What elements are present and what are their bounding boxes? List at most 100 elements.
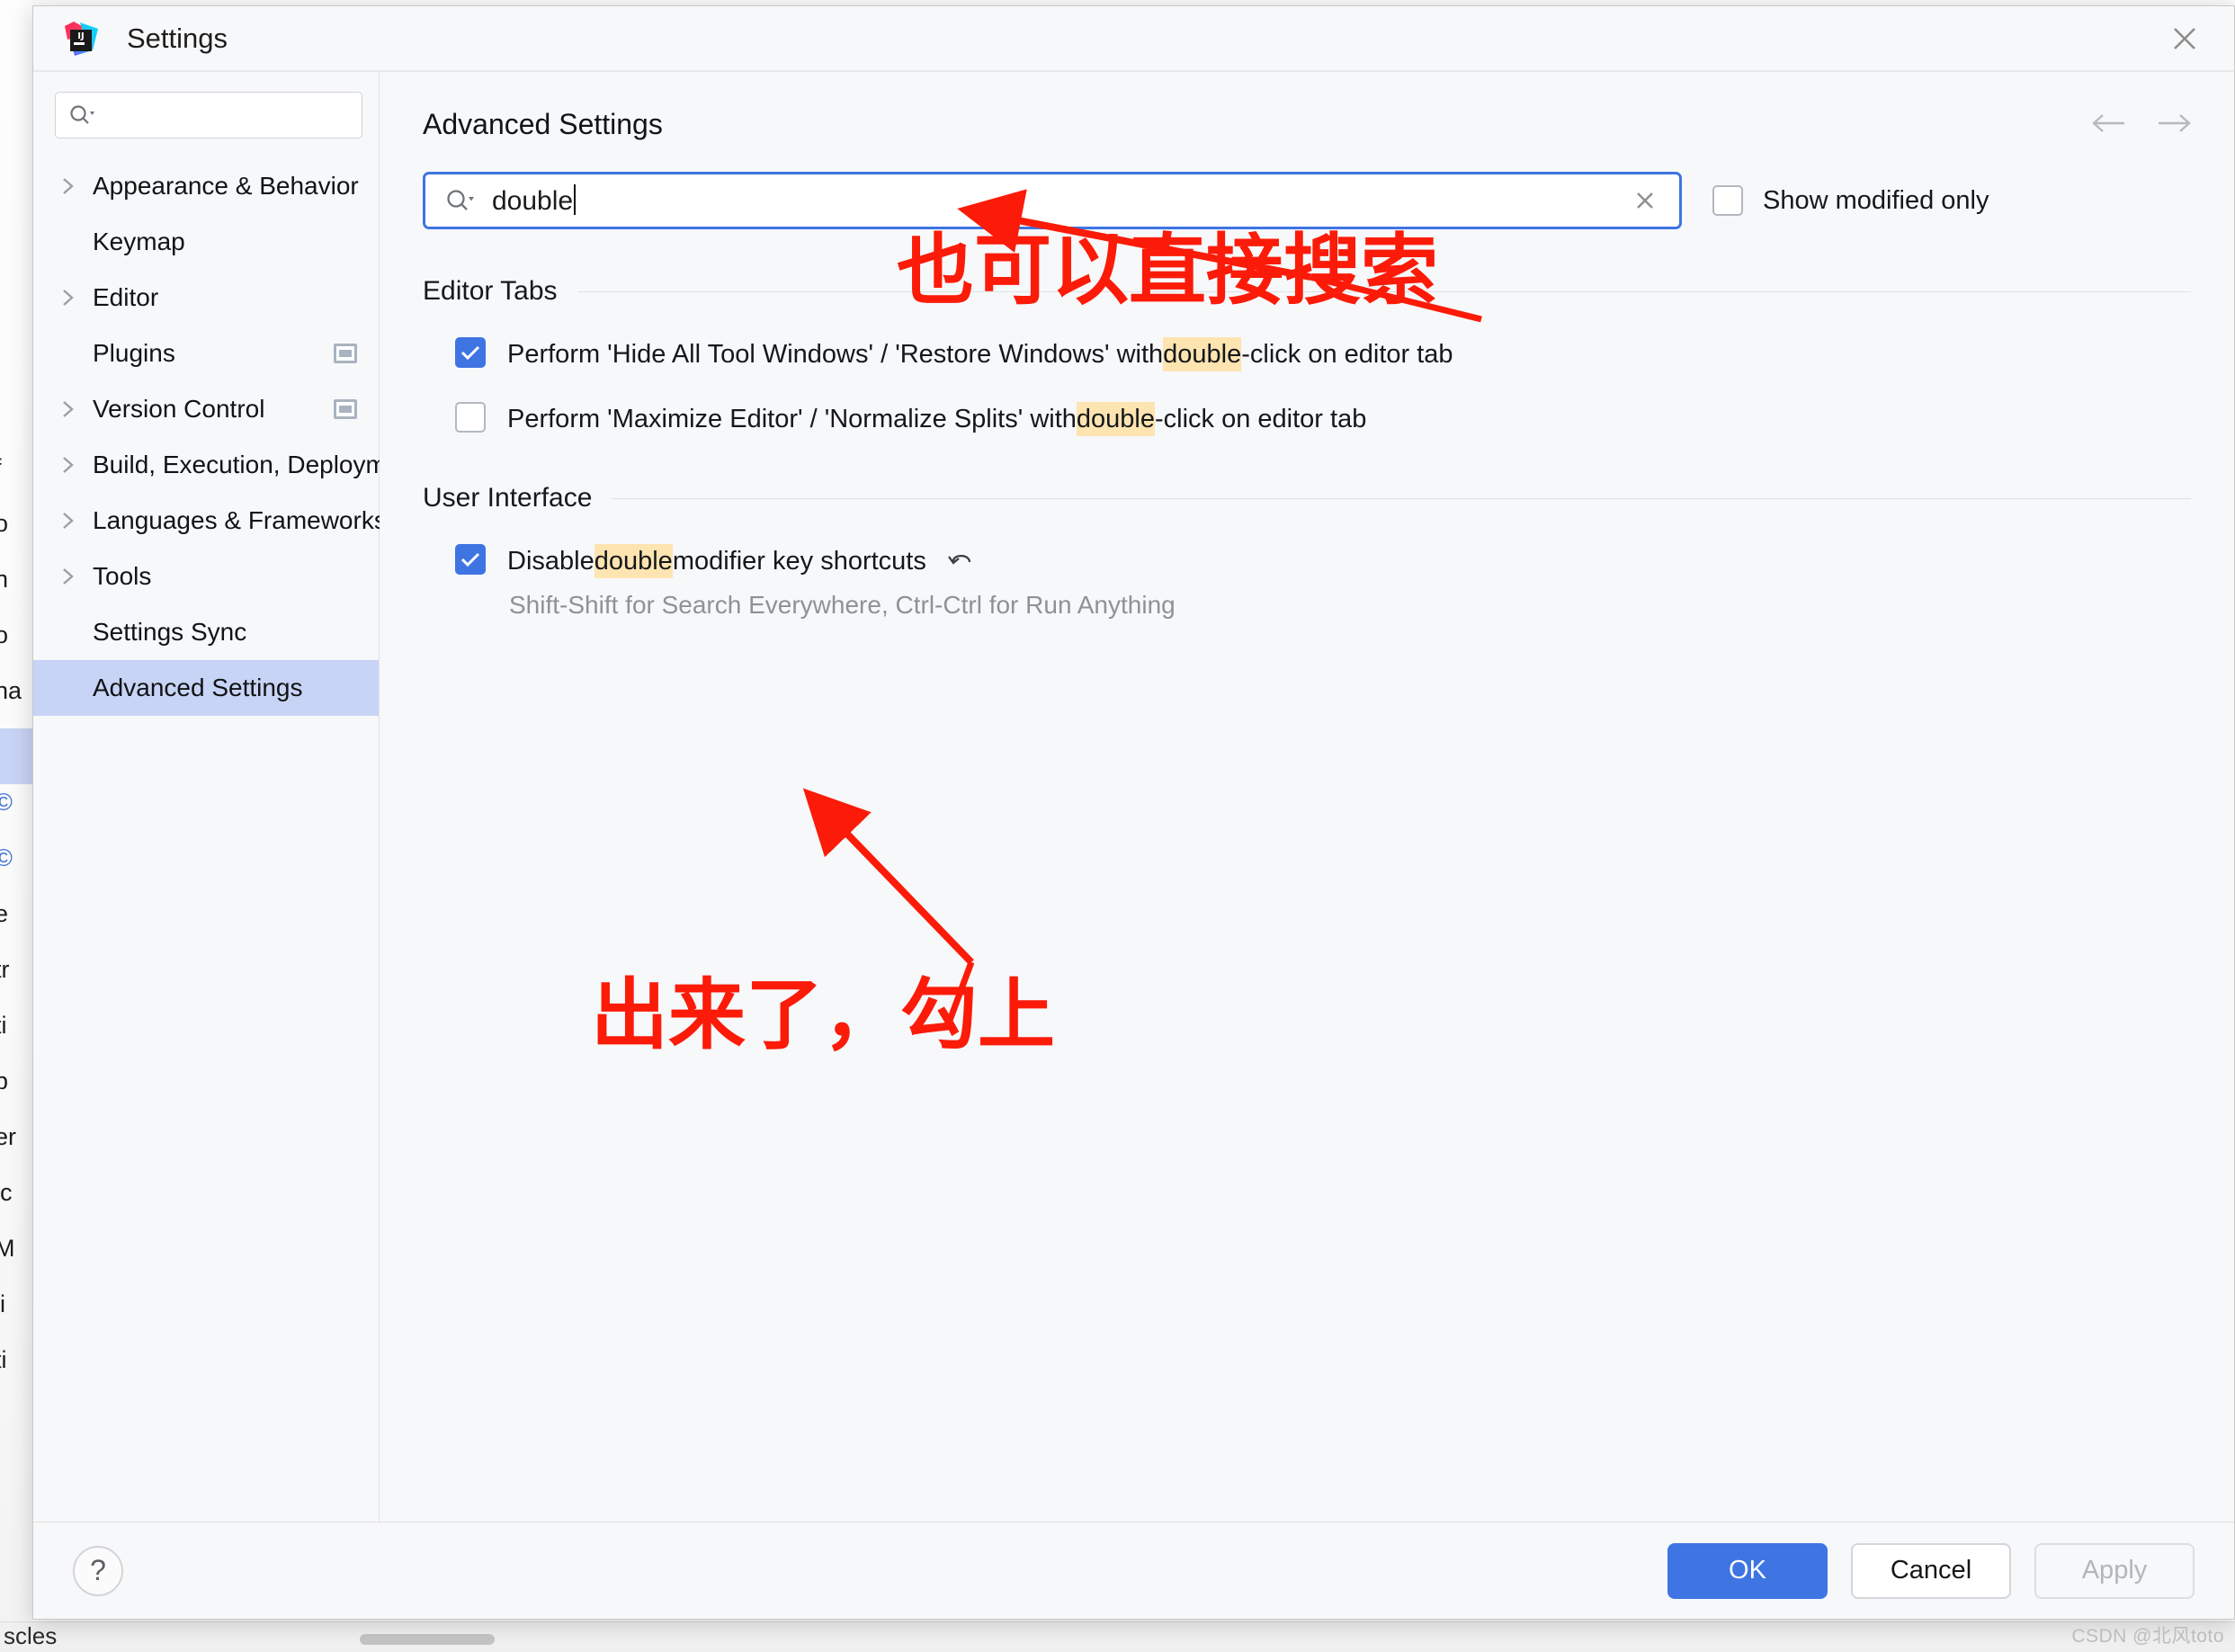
backdrop-text-fragment: e <box>0 900 9 927</box>
show-modified-only-label: Show modified only <box>1763 185 1989 215</box>
backdrop-text-fragment: ti <box>0 1346 7 1373</box>
settings-sidebar: Appearance & Behavior Keymap Editor Plugins… <box>33 72 422 1522</box>
setting-label-post: -click on editor tab <box>1241 340 1453 369</box>
dialog-footer: ? OK Cancel Apply <box>33 1522 2234 1619</box>
backdrop-text-fragment: © <box>0 789 13 816</box>
chevron-right-icon[interactable] <box>60 286 93 309</box>
section-title: Editor Tabs <box>423 276 558 306</box>
section-divider <box>612 497 2191 499</box>
cancel-button[interactable]: Cancel <box>1851 1542 2011 1599</box>
setting-option: Perform 'Hide All Tool Windows' / 'Resto… <box>423 337 2191 371</box>
sidebar-item-advanced-settings[interactable]: Advanced Settings <box>33 660 379 716</box>
settings-dialog: IJ Settings Appearance & Behavior Keymap… <box>32 5 2235 1620</box>
apply-button: Apply <box>2034 1542 2195 1599</box>
red-annotation-text: 出来了，勾上 <box>591 970 1055 1060</box>
setting-label: Perform 'Maximize Editor' / 'Normalize S… <box>507 402 1366 436</box>
sidebar-item-keymap[interactable]: Keymap <box>33 214 379 270</box>
arrow-right-icon[interactable] <box>2153 110 2195 137</box>
sidebar-item-label: Build, Execution, Deployment <box>93 451 422 478</box>
advanced-search-row: double Show modified only <box>380 172 2234 229</box>
backdrop-text-fragment: o <box>0 621 9 648</box>
settings-tree: Appearance & Behavior Keymap Editor Plugins… <box>33 158 422 716</box>
setting-label-pre: Perform 'Hide All Tool Windows' / 'Resto… <box>507 340 1164 369</box>
dialog-titlebar: IJ Settings <box>33 6 2234 71</box>
arrow-tail-checkbox <box>944 960 975 1027</box>
sidebar-item-tools[interactable]: Tools <box>33 549 379 604</box>
chevron-right-icon[interactable] <box>60 397 93 421</box>
setting-option: Perform 'Maximize Editor' / 'Normalize S… <box>423 402 2191 436</box>
backdrop-scrollbar-thumb[interactable] <box>360 1634 495 1645</box>
backdrop-text-fragment: o <box>0 510 9 537</box>
text-caret <box>574 184 577 215</box>
search-input-value: double <box>492 184 577 217</box>
arrow-left-icon[interactable] <box>2088 110 2130 137</box>
setting-label: Perform 'Hide All Tool Windows' / 'Resto… <box>507 337 1453 371</box>
section-header: Editor Tabs <box>423 276 2191 307</box>
intellij-idea-icon: IJ <box>62 20 100 58</box>
search-icon <box>68 103 95 127</box>
checkbox-box[interactable] <box>455 402 486 433</box>
footer-buttons: OK Cancel Apply <box>1667 1542 2195 1599</box>
show-modified-only-checkbox[interactable]: Show modified only <box>1712 185 1989 216</box>
checkbox-box <box>1712 185 1743 216</box>
dialog-body: Appearance & Behavior Keymap Editor Plugins… <box>33 71 2234 1522</box>
arrow-to-checkbox <box>802 788 974 965</box>
chevron-right-icon[interactable] <box>60 453 93 477</box>
sidebar-item-plugins[interactable]: Plugins <box>33 326 379 381</box>
setting-label-post: modifier key shortcuts <box>672 547 926 576</box>
checkbox-box[interactable] <box>455 337 486 368</box>
sidebar-item-label: Settings Sync <box>93 618 247 646</box>
setting-label-highlight: double <box>1076 402 1155 436</box>
sidebar-item-label: Version Control <box>93 395 265 423</box>
backdrop-bottom-text: scles <box>4 1622 58 1649</box>
clear-search-icon[interactable] <box>1631 186 1659 215</box>
svg-text:IJ: IJ <box>77 31 84 41</box>
revert-arrow-icon[interactable] <box>946 548 977 575</box>
backdrop-bottom-strip: scles <box>0 1621 2235 1652</box>
setting-checkbox-row[interactable]: Disable double modifier key shortcuts <box>423 544 2191 578</box>
setting-checkbox-row[interactable]: Perform 'Hide All Tool Windows' / 'Resto… <box>423 337 2191 371</box>
backdrop-text-fragment: na <box>0 677 22 704</box>
chevron-right-icon[interactable] <box>60 174 93 198</box>
search-input-text: double <box>492 186 574 216</box>
sidebar-item-appearance-behavior[interactable]: Appearance & Behavior <box>33 158 379 214</box>
section-title: User Interface <box>423 483 593 513</box>
section-editor-tabs: Editor Tabs Perform 'Hide All Tool Window… <box>380 276 2234 436</box>
sidebar-item-editor[interactable]: Editor <box>33 270 379 326</box>
project-scope-icon <box>334 399 357 419</box>
settings-content: Advanced Settings double Show modified o… <box>380 72 2234 1522</box>
search-input[interactable]: double <box>423 172 1682 229</box>
sidebar-item-version-control[interactable]: Version Control <box>33 381 379 437</box>
sidebar-search-input[interactable] <box>55 92 362 138</box>
dialog-title: Settings <box>127 22 228 54</box>
project-scope-icon <box>334 344 357 363</box>
content-header: Advanced Settings <box>380 72 2234 141</box>
chevron-right-icon[interactable] <box>60 565 93 588</box>
backdrop-text-fragment: p <box>0 1067 9 1094</box>
sidebar-item-build-execution-deployment[interactable]: Build, Execution, Deployment <box>33 437 422 493</box>
sidebar-item-languages-frameworks[interactable]: Languages & Frameworks <box>33 493 387 549</box>
setting-checkbox-row[interactable]: Perform 'Maximize Editor' / 'Normalize S… <box>423 402 2191 436</box>
setting-description: Shift-Shift for Search Everywhere, Ctrl-… <box>509 591 1176 619</box>
setting-label-pre: Perform 'Maximize Editor' / 'Normalize S… <box>507 405 1077 433</box>
sidebar-item-settings-sync[interactable]: Settings Sync <box>33 604 379 660</box>
settings-sections: Editor Tabs Perform 'Hide All Tool Window… <box>380 276 2234 620</box>
page-title: Advanced Settings <box>423 108 663 140</box>
backdrop-text-fragment: ic <box>0 1179 13 1206</box>
backdrop-text-fragment: M <box>0 1235 15 1262</box>
sidebar-item-label: Advanced Settings <box>93 674 303 701</box>
sidebar-item-label: Editor <box>93 283 159 311</box>
setting-label-highlight: double <box>594 544 673 578</box>
chevron-right-icon[interactable] <box>60 509 93 532</box>
sidebar-item-label: Languages & Frameworks <box>93 506 387 534</box>
setting-label-post: -click on editor tab <box>1155 405 1367 433</box>
setting-label: Disable double modifier key shortcuts <box>507 544 977 578</box>
setting-option: Disable double modifier key shortcuts Shi… <box>423 544 2191 620</box>
backdrop-text-fragment: ti <box>0 1012 7 1039</box>
sidebar-item-label: Tools <box>93 562 152 590</box>
checkbox-box[interactable] <box>455 544 486 575</box>
backdrop-text-fragment: © <box>0 844 13 871</box>
ok-button[interactable]: OK <box>1667 1542 1828 1599</box>
help-button[interactable]: ? <box>73 1545 123 1596</box>
close-icon[interactable] <box>2135 6 2234 71</box>
